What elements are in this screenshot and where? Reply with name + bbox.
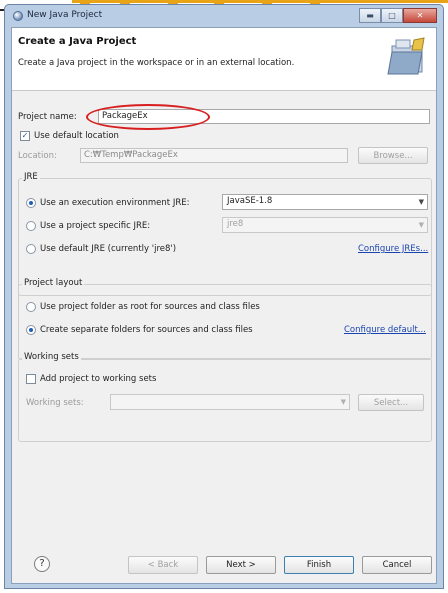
project-name-label: Project name: <box>18 112 77 122</box>
browse-button[interactable]: Browse... <box>358 147 428 164</box>
annotation-circle <box>86 104 210 130</box>
working-sets-group-title: Working sets <box>22 352 81 362</box>
window-title: New Java Project <box>27 10 103 20</box>
close-icon: ✕ <box>416 11 424 20</box>
default-jre-radio[interactable] <box>26 244 36 254</box>
minimize-icon: ▬ <box>366 11 374 20</box>
project-specific-jre-select[interactable]: jre8 ▼ <box>222 217 428 233</box>
chevron-down-icon: ▼ <box>418 221 424 229</box>
page-title: Create a Java Project <box>18 36 137 47</box>
use-default-location-label: Use default location <box>34 131 119 141</box>
help-icon[interactable]: ? <box>34 556 50 572</box>
separate-folders-label: Create separate folders for sources and … <box>40 325 253 335</box>
location-field[interactable]: C:₩Temp₩PackageEx <box>80 148 348 163</box>
minimize-button[interactable]: ▬ <box>359 8 381 23</box>
select-working-sets-button[interactable]: Select... <box>358 394 424 411</box>
configure-jres-link[interactable]: Configure JREs... <box>358 244 428 254</box>
execution-environment-radio[interactable] <box>26 198 36 208</box>
dialog-body: Create a Java Project Create a Java proj… <box>11 27 437 584</box>
finish-button[interactable]: Finish <box>284 556 354 574</box>
wizard-header: Create a Java Project Create a Java proj… <box>12 28 436 91</box>
add-to-working-sets-checkbox[interactable] <box>26 374 36 384</box>
jre-group-title: JRE <box>22 172 40 182</box>
working-sets-label: Working sets: <box>26 398 84 408</box>
default-jre-label: Use default JRE (currently 'jre8') <box>40 244 177 254</box>
cancel-button[interactable]: Cancel <box>362 556 432 574</box>
project-root-label: Use project folder as root for sources a… <box>40 302 260 312</box>
eclipse-icon <box>13 11 23 21</box>
configure-default-link[interactable]: Configure default... <box>344 325 426 335</box>
maximize-button[interactable]: □ <box>381 8 403 23</box>
project-specific-jre-label: Use a project specific JRE: <box>40 221 151 231</box>
use-default-location-checkbox[interactable]: ✓ <box>20 131 30 141</box>
execution-environment-value: JavaSE-1.8 <box>227 196 273 206</box>
chevron-down-icon: ▼ <box>418 198 424 206</box>
folder-wizard-icon <box>387 37 425 75</box>
back-button[interactable]: < Back <box>128 556 198 574</box>
maximize-icon: □ <box>388 11 396 20</box>
chevron-down-icon: ▼ <box>340 398 346 406</box>
project-specific-jre-radio[interactable] <box>26 221 36 231</box>
working-sets-select[interactable]: ▼ <box>110 394 350 410</box>
add-to-working-sets-label: Add project to working sets <box>40 374 157 384</box>
project-layout-group <box>18 284 432 360</box>
separate-folders-radio[interactable] <box>26 325 36 335</box>
close-button[interactable]: ✕ <box>403 8 437 23</box>
title-bar[interactable]: New Java Project ▬ □ ✕ <box>5 5 443 27</box>
execution-environment-select[interactable]: JavaSE-1.8 ▼ <box>222 194 428 210</box>
execution-environment-label: Use an execution environment JRE: <box>40 198 190 208</box>
project-root-radio[interactable] <box>26 302 36 312</box>
project-specific-jre-value: jre8 <box>227 219 244 229</box>
project-layout-group-title: Project layout <box>22 278 85 288</box>
page-description: Create a Java project in the workspace o… <box>18 58 295 68</box>
dialog-window: New Java Project ▬ □ ✕ Create a Java Pro… <box>4 4 444 589</box>
next-button[interactable]: Next > <box>206 556 276 574</box>
window-controls: ▬ □ ✕ <box>359 8 437 23</box>
location-label: Location: <box>18 151 57 161</box>
